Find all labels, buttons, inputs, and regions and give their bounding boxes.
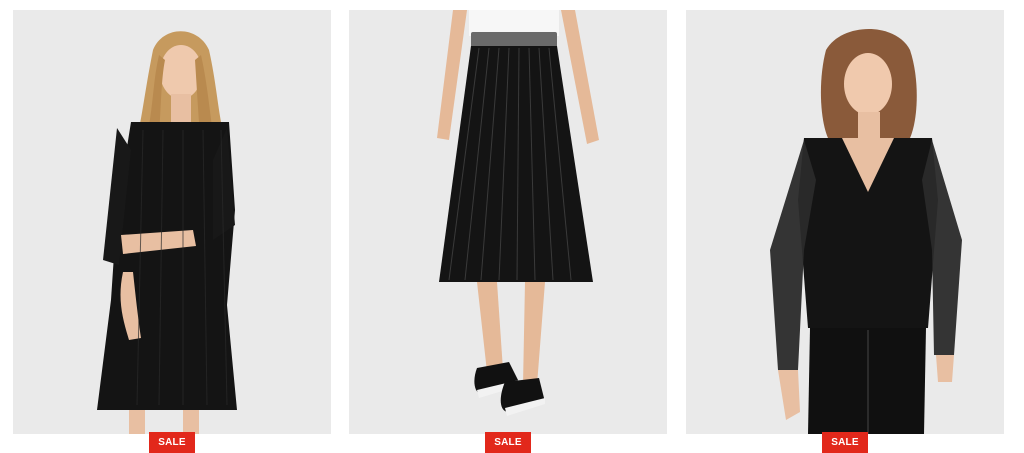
product-image-blouse[interactable] [686,10,1004,434]
sale-badge: SALE [822,432,868,453]
sale-badge: SALE [485,432,531,453]
product-card-skirt[interactable] [349,10,667,434]
product-card-dress[interactable] [13,10,331,434]
sale-badge: SALE [149,432,195,453]
product-image-dress[interactable] [13,10,331,434]
product-image-skirt[interactable] [349,10,667,434]
product-card-blouse[interactable] [686,10,1004,434]
